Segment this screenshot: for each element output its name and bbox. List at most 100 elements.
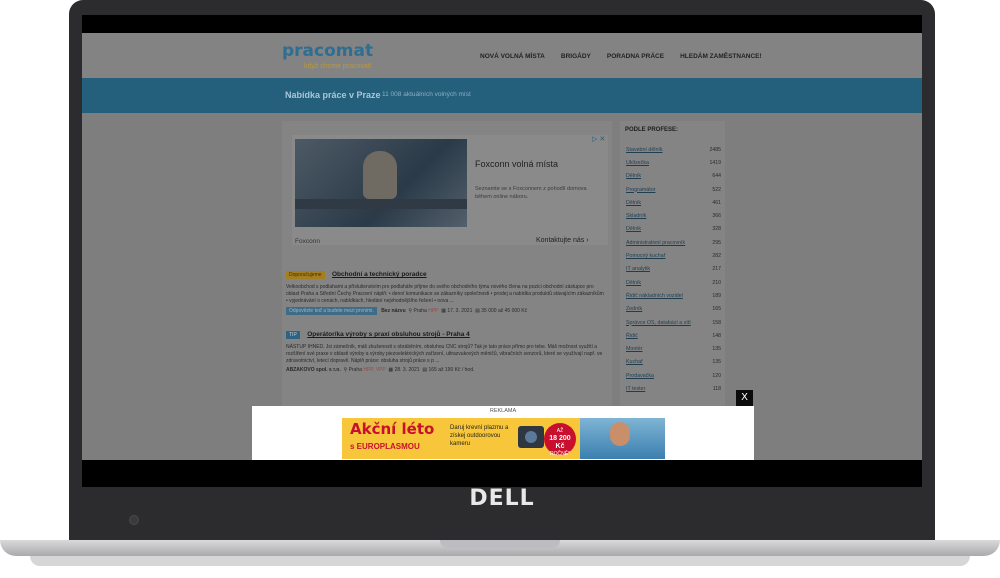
sidebar-item[interactable]: Prodavačka 120 (626, 369, 721, 382)
sidebar-item[interactable]: Řidič 148 (626, 329, 721, 342)
nav-advice[interactable]: PORADNA PRÁCE (607, 53, 664, 60)
sidebar-item-name[interactable]: Dělník (626, 226, 641, 232)
sidebar-item[interactable]: IT analytik 217 (626, 263, 721, 276)
sidebar-item[interactable]: Montér 135 (626, 342, 721, 355)
sidebar-item-count: 135 (712, 346, 721, 353)
job-location: Praha (348, 367, 362, 373)
sidebar-item-name[interactable]: Správce OS, databází a sítí (626, 320, 691, 326)
lid-notch (440, 540, 560, 548)
sidebar-item-name[interactable]: Programátor (626, 187, 655, 193)
sidebar-item[interactable]: Stavební dělník 2485 (626, 143, 721, 156)
sidebar-item-name[interactable]: Stavební dělník (626, 147, 663, 153)
site-tagline: když chcete pracovat! (304, 63, 372, 70)
sponsored-ad[interactable]: ▷ ✕ Foxconn volná místa Seznamte se s Fo… (292, 135, 608, 245)
sidebar-item-count: 148 (712, 332, 721, 339)
job-listing[interactable]: TIP Operátor/ka výroby s praxí obsluhou … (286, 323, 606, 373)
sidebar-item-name[interactable]: Kuchař (626, 359, 643, 365)
job-date: 28. 3. 2021 (394, 367, 420, 373)
sidebar-item-name[interactable]: Uklízečka (626, 160, 649, 166)
promo-photo (580, 418, 665, 459)
ad-label: REKLAMA (489, 408, 517, 414)
website: pracomat když chcete pracovat! NOVÁ VOLN… (82, 33, 922, 460)
ad-image[interactable] (295, 139, 467, 227)
ad-overlay[interactable]: REKLAMA Akční léto s EUROPLASMOU Daruj k… (252, 406, 754, 460)
sidebar-item-name[interactable]: Dělník (626, 173, 641, 179)
page-banner: Nabídka práce v Praze 11 008 aktuálních … (82, 78, 922, 113)
main-nav: NOVÁ VOLNÁ MÍSTA BRIGÁDY PORADNA PRÁCE H… (480, 53, 762, 60)
price-prefix: AŽ (556, 428, 564, 434)
promo-offer: Daruj krevní plazmu a získej outdoorovou… (450, 425, 509, 447)
job-type: HPP (428, 308, 439, 314)
job-type: HPP, VPP (363, 367, 386, 373)
salary-icon: ▤ (420, 367, 429, 373)
job-count: 11 008 aktuálních volných míst (382, 91, 471, 98)
recommended-badge: Doporučujeme (286, 271, 325, 279)
ad-title[interactable]: Foxconn volná místa (475, 159, 558, 169)
sidebar-item[interactable]: Pomocný kuchař 282 (626, 249, 721, 262)
laptop-screen: pracomat když chcete pracovat! NOVÁ VOLN… (82, 15, 922, 487)
job-salary: 165 až 190 Kč / hod. (428, 367, 475, 373)
job-title-link[interactable]: Obchodní a technický poradce (332, 271, 427, 278)
sidebar-item-count: 189 (712, 292, 721, 299)
price-suffix: ROČNĚ* (549, 451, 570, 457)
sidebar-item-count: 328 (712, 226, 721, 233)
site-logo[interactable]: pracomat (282, 41, 373, 61)
sidebar-item-name[interactable]: IT tester (626, 386, 645, 392)
sidebar-item-count: 295 (712, 239, 721, 246)
sidebar-item-count: 217 (712, 266, 721, 273)
sidebar-item[interactable]: Dělník 461 (626, 196, 721, 209)
sidebar-item[interactable]: Administrativní pracovník 295 (626, 236, 721, 249)
sidebar-item-name[interactable]: Dělník (626, 200, 641, 206)
nav-new-jobs[interactable]: NOVÁ VOLNÁ MÍSTA (480, 53, 545, 60)
respond-first-badge[interactable]: Odpovězte teď a budete mezi prvními. (286, 307, 377, 315)
sidebar-item-name[interactable]: Pomocný kuchař (626, 253, 665, 259)
sidebar-title: PODLE PROFESE: (625, 127, 679, 133)
sidebar-item-name[interactable]: Administrativní pracovník (626, 240, 685, 246)
sidebar-item[interactable]: Dělník 210 (626, 276, 721, 289)
page-title: Nabídka práce v Praze (285, 90, 381, 100)
ad-cta-button[interactable]: Kontaktujte nás › (536, 237, 589, 244)
sidebar-item-name[interactable]: Řidič (626, 333, 638, 339)
sidebar-item-name[interactable]: Montér (626, 346, 643, 352)
sidebar-item[interactable]: Uklízečka 1419 (626, 156, 721, 169)
sidebar-item-name[interactable]: Řidič nákladních vozidel (626, 293, 683, 299)
close-ad-button[interactable]: X (736, 390, 753, 406)
job-company: Bez názvu (381, 308, 406, 314)
nav-hiring[interactable]: HLEDÁM ZAMĚSTNANCE! (680, 53, 762, 60)
job-listing[interactable]: Doporučujeme Obchodní a technický poradc… (286, 263, 606, 315)
ad-description: Seznamte se s Foxconnem z pohodlí domova… (475, 186, 587, 200)
nav-brigades[interactable]: BRIGÁDY (561, 53, 591, 60)
sidebar-item[interactable]: Správce OS, databází a sítí 158 (626, 316, 721, 329)
profession-list: Stavební dělník 2485 Uklízečka 1419 Dělník 64… (626, 143, 721, 396)
sidebar-item[interactable]: Dělník 328 (626, 223, 721, 236)
sidebar-item[interactable]: Kuchař 135 (626, 356, 721, 369)
job-title-link[interactable]: Operátor/ka výroby s praxí obsluhou stro… (307, 331, 470, 338)
ad-cta-label: Kontaktujte nás (536, 237, 585, 244)
sidebar-item-count: 210 (712, 279, 721, 286)
sidebar-item-count: 1419 (709, 159, 721, 166)
price-badge: AŽ 18 200 Kč ROČNĚ* (544, 423, 576, 457)
sidebar-item[interactable]: Řidič nákladních vozidel 189 (626, 289, 721, 302)
sidebar-item[interactable]: Zedník 165 (626, 303, 721, 316)
sidebar-item-count: 366 (712, 213, 721, 220)
sidebar-item-name[interactable]: IT analytik (626, 266, 650, 272)
job-company: ABZAKOVO spol. s r.o. (286, 367, 341, 373)
sidebar-item-name[interactable]: Prodavačka (626, 373, 654, 379)
promo-banner[interactable]: Akční léto s EUROPLASMOU Daruj krevní pl… (342, 418, 665, 459)
job-meta: Odpovězte teď a budete mezi prvními. Bez… (286, 307, 606, 315)
sidebar-item-name[interactable]: Dělník (626, 280, 641, 286)
job-description: NÁSTUP IHNED. Jsi zámečník, máš zkušenos… (286, 344, 603, 364)
chevron-right-icon: › (586, 237, 589, 244)
sidebar-item[interactable]: Programátor 522 (626, 183, 721, 196)
sidebar-item[interactable]: Dělník 644 (626, 170, 721, 183)
sidebar-item[interactable]: Skladník 366 (626, 209, 721, 222)
ad-info-icon[interactable]: ▷ ✕ (592, 135, 605, 143)
promo-headline: Akční léto (350, 420, 435, 438)
sidebar-item-count: 2485 (709, 146, 721, 153)
job-meta: ABZAKOVO spol. s r.o. ⚲ Praha HPP, VPP ▦… (286, 367, 606, 373)
sidebar-item-count: 644 (712, 173, 721, 180)
sidebar-item-name[interactable]: Skladník (626, 213, 646, 219)
sidebar-item[interactable]: IT tester 118 (626, 382, 721, 395)
calendar-icon: ▦ (387, 367, 395, 373)
sidebar-item-name[interactable]: Zedník (626, 306, 642, 312)
